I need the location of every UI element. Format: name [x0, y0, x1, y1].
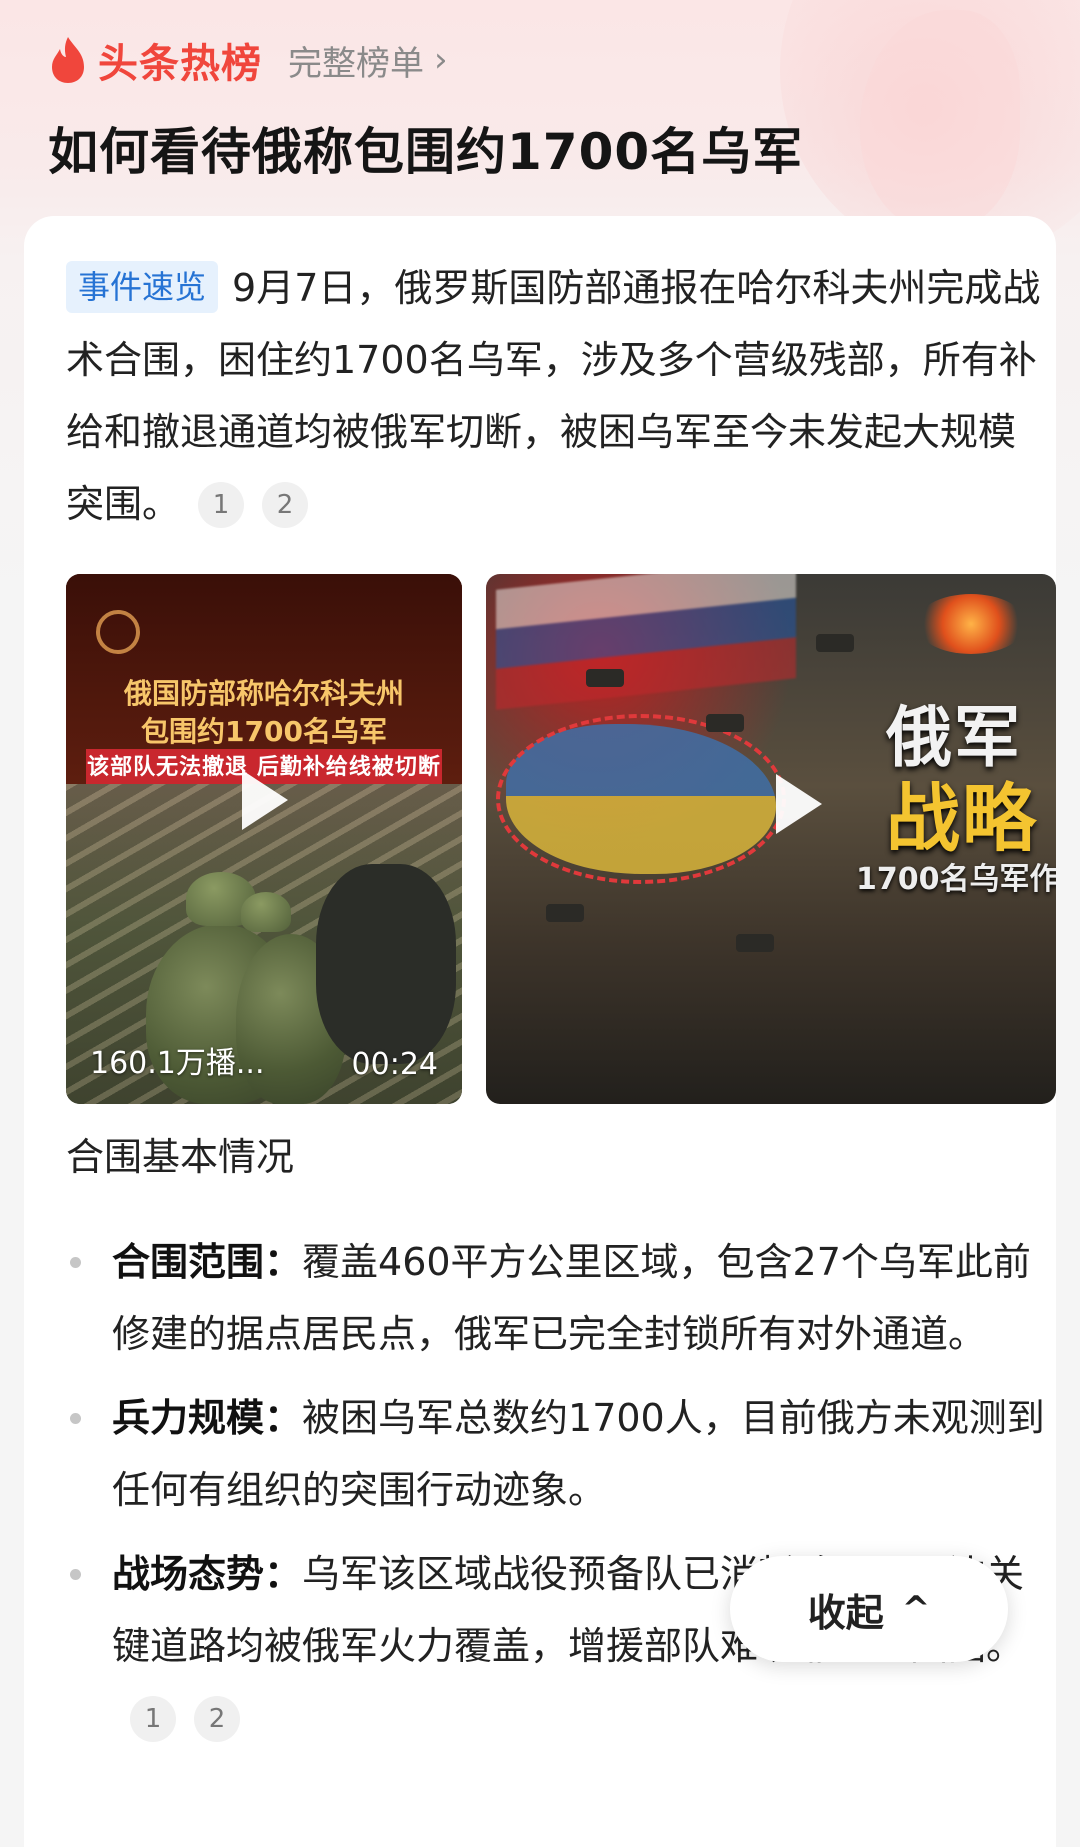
collapse-label: 收起 — [807, 1590, 884, 1635]
section-title: 合围基本情况 — [66, 1135, 295, 1179]
page: 头条热榜 完整榜单 › 如何看待俄称包围约1700名乌军 事件速览 9月7日，俄罗… — [0, 0, 1080, 1847]
page-title: 如何看待俄称包围约1700名乌军 — [48, 123, 804, 181]
play-icon[interactable] — [242, 770, 288, 830]
bullet-dot-icon — [70, 1257, 81, 1268]
helmet-figure — [241, 892, 291, 932]
video-title-line: 包围约1700名乌军 — [141, 715, 387, 748]
bullet-label: 战场态势： — [112, 1552, 303, 1596]
flag-graphic — [496, 574, 796, 710]
citation-badge[interactable]: 1 — [198, 482, 245, 528]
tank-icon — [816, 634, 854, 652]
citation-badge[interactable]: 2 — [194, 1696, 240, 1742]
bullet-dot-icon — [70, 1413, 81, 1424]
bullet-label: 兵力规模： — [112, 1396, 303, 1440]
list-item: 合围范围：覆盖460平方公里区域，包含27个乌军此前修建的据点居民点，俄军已完全… — [66, 1226, 1046, 1370]
video-card[interactable]: 俄军 战略 1700名乌军作 — [486, 574, 1056, 1104]
citation-badge[interactable]: 2 — [262, 482, 309, 528]
bullet-dot-icon — [70, 1569, 81, 1580]
video-card[interactable]: 俄国防部称哈尔科夫州 包围约1700名乌军 该部队无法撤退 后勤补给线被切断 1… — [66, 574, 462, 1104]
full-list-label: 完整榜单 — [288, 43, 424, 84]
event-summary: 事件速览 9月7日，俄罗斯国防部通报在哈尔科夫州完成战术合围，困住约1700名乌军… — [66, 252, 1046, 540]
collapse-button[interactable]: 收起 ^ — [730, 1556, 1008, 1662]
video-duration: 00:24 — [351, 1047, 438, 1082]
tank-icon — [736, 934, 774, 952]
event-summary-tag: 事件速览 — [66, 261, 219, 313]
video-title-line: 战略 — [886, 776, 1038, 862]
header: 头条热榜 完整榜单 › — [48, 30, 448, 90]
encirclement-ring — [496, 714, 786, 884]
brand-title: 头条热榜 — [98, 41, 262, 87]
list-item: 兵力规模：被困乌军总数约1700人，目前俄方未观测到任何有组织的突围行动迹象。 — [66, 1382, 1046, 1526]
fire-graphic — [916, 594, 1026, 654]
video-title-line: 俄国防部称哈尔科夫州 — [123, 677, 404, 710]
artillery-figure — [316, 864, 456, 1064]
chevron-up-icon: ^ — [901, 1589, 931, 1629]
citation-badge[interactable]: 1 — [130, 1696, 176, 1742]
channel-logo-icon — [96, 610, 140, 654]
tank-icon — [706, 714, 744, 732]
flame-icon — [52, 37, 84, 83]
video-carousel[interactable]: 俄国防部称哈尔科夫州 包围约1700名乌军 该部队无法撤退 后勤补给线被切断 1… — [66, 574, 1066, 1104]
tank-icon — [546, 904, 584, 922]
play-icon[interactable] — [776, 774, 822, 834]
full-list-link[interactable]: 完整榜单 › — [288, 36, 448, 85]
bullet-list: 合围范围：覆盖460平方公里区域，包含27个乌军此前修建的据点居民点，俄军已完全… — [66, 1226, 1046, 1754]
video-subtitle: 1700名乌军作 — [856, 862, 1056, 897]
tank-icon — [586, 669, 624, 687]
view-count: 160.1万播... — [90, 1046, 265, 1081]
bullet-label: 合围范围： — [112, 1240, 303, 1284]
chevron-right-icon: › — [434, 40, 448, 80]
